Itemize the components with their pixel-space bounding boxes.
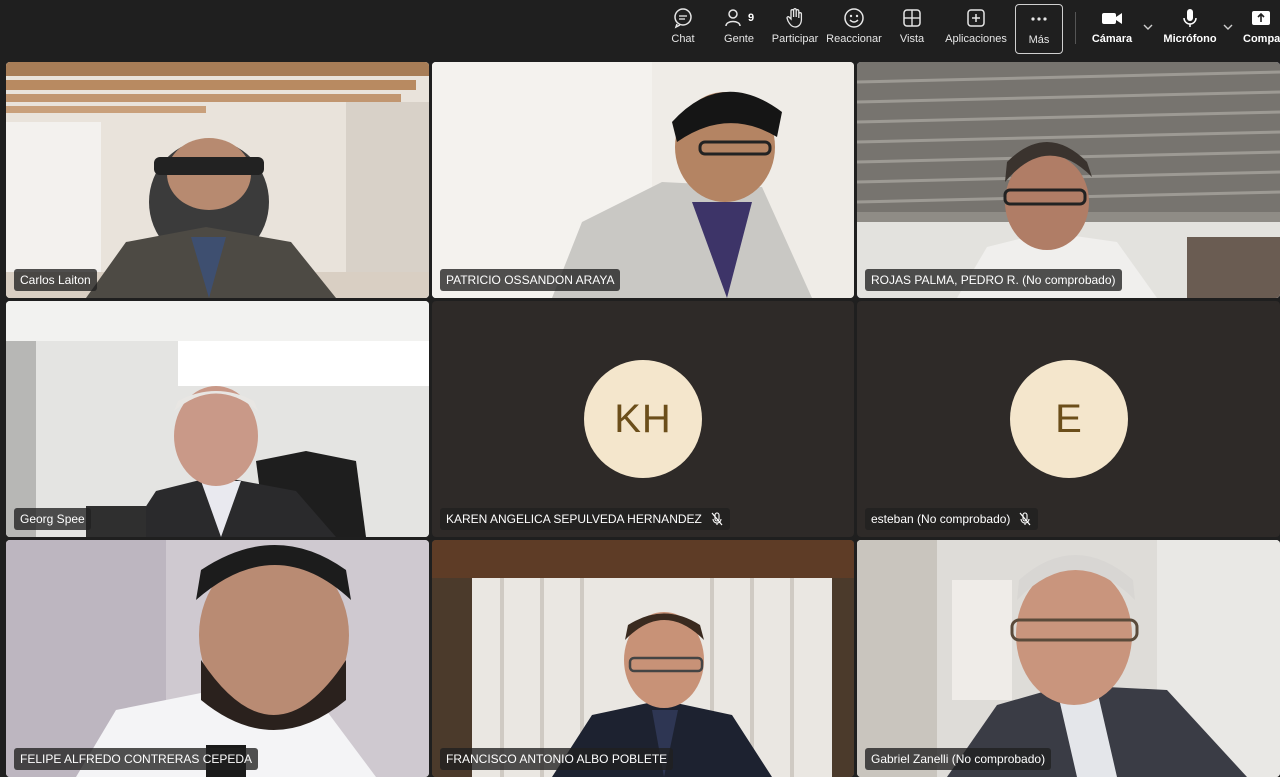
microphone-button[interactable]: Micrófono: [1160, 4, 1220, 54]
participant-video: [857, 540, 1280, 777]
video-tile-francisco-albo[interactable]: FRANCISCO ANTONIO ALBO POBLETE: [432, 540, 854, 777]
participant-name-tag: KAREN ANGELICA SEPULVEDA HERNANDEZ: [440, 508, 730, 530]
view-label: Vista: [899, 33, 925, 45]
people-label: Gente: [724, 33, 754, 45]
react-button[interactable]: Reaccionar: [826, 4, 882, 54]
video-tile-carlos-laiton[interactable]: Carlos Laiton: [6, 62, 429, 298]
participant-video: [432, 540, 854, 777]
raise-hand-icon: [784, 4, 806, 32]
participant-name-tag: Gabriel Zanelli (No comprobado): [865, 748, 1052, 770]
participant-name-tag: PATRICIO OSSANDON ARAYA: [440, 269, 621, 291]
participant-avatar: E: [1010, 360, 1128, 478]
microphone-icon: [1179, 4, 1201, 32]
share-button[interactable]: Compa: [1243, 4, 1280, 54]
video-tile-georg-spee[interactable]: Georg Spee: [6, 301, 429, 537]
react-label: Reaccionar: [826, 33, 882, 45]
participant-name-tag: FRANCISCO ANTONIO ALBO POBLETE: [440, 748, 674, 770]
video-tile-karen-sepulveda[interactable]: KH KAREN ANGELICA SEPULVEDA HERNANDEZ: [432, 301, 854, 537]
people-count: 9: [747, 12, 755, 24]
participant-video: [857, 62, 1280, 298]
people-button[interactable]: 9 Gente: [718, 4, 760, 54]
participant-name-tag: esteban (No comprobado): [865, 508, 1039, 530]
more-label: Más: [1028, 34, 1050, 46]
chat-label: Chat: [671, 33, 695, 45]
microphone-label: Micrófono: [1163, 33, 1217, 45]
participant-video: [432, 62, 854, 298]
participant-name-tag: Georg Spee: [14, 508, 91, 530]
grid-view-icon: [901, 4, 923, 32]
apps-label: Aplicaciones: [945, 33, 1007, 45]
participant-name-tag: ROJAS PALMA, PEDRO R. (No comprobado): [865, 269, 1122, 291]
video-tile-felipe-contreras[interactable]: FELIPE ALFREDO CONTRERAS CEPEDA: [6, 540, 429, 777]
mic-muted-icon: [710, 512, 724, 526]
video-tile-gabriel-zanelli[interactable]: Gabriel Zanelli (No comprobado): [857, 540, 1280, 777]
chat-button[interactable]: Chat: [664, 4, 702, 54]
chat-icon: [672, 4, 694, 32]
raise-hand-label: Participar: [771, 33, 819, 45]
share-screen-icon: [1243, 4, 1272, 32]
share-label: Compa: [1243, 33, 1280, 45]
mic-muted-icon: [1018, 512, 1032, 526]
participant-video: [6, 62, 429, 298]
video-tile-rojas-palma[interactable]: ROJAS PALMA, PEDRO R. (No comprobado): [857, 62, 1280, 298]
more-dots-icon: [1028, 5, 1050, 33]
participant-video: [6, 540, 429, 777]
smiley-icon: [843, 4, 865, 32]
raise-hand-button[interactable]: Participar: [770, 4, 820, 54]
participant-video: [6, 301, 429, 537]
meeting-toolbar: Chat 9 Gente Participar Reaccionar Vista…: [0, 0, 1280, 58]
video-tile-patricio-ossandon[interactable]: PATRICIO OSSANDON ARAYA: [432, 62, 854, 298]
participant-avatar: KH: [584, 360, 702, 478]
participant-name-tag: Carlos Laiton: [14, 269, 97, 291]
camera-options-chevron-icon[interactable]: [1142, 20, 1154, 38]
microphone-options-chevron-icon[interactable]: [1222, 20, 1234, 38]
add-app-icon: [965, 4, 987, 32]
view-button[interactable]: Vista: [894, 4, 930, 54]
camera-label: Cámara: [1091, 33, 1133, 45]
toolbar-divider: [1075, 12, 1076, 44]
people-icon: [725, 9, 741, 27]
more-button[interactable]: Más: [1015, 4, 1063, 54]
participant-name-tag: FELIPE ALFREDO CONTRERAS CEPEDA: [14, 748, 259, 770]
apps-button[interactable]: Aplicaciones: [944, 4, 1008, 54]
camera-button[interactable]: Cámara: [1088, 4, 1136, 54]
video-tile-esteban[interactable]: E esteban (No comprobado): [857, 301, 1280, 537]
camera-icon: [1100, 4, 1124, 32]
